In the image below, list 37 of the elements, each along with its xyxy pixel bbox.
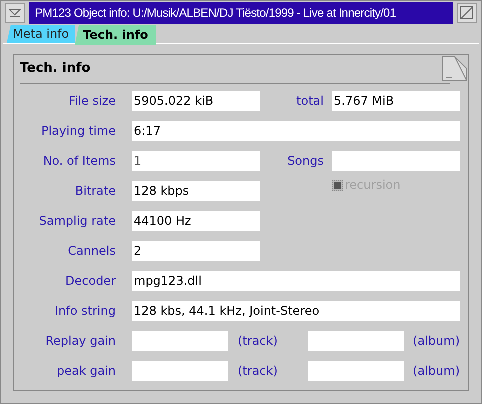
text-field[interactable] [132,331,228,351]
field-label: Replay gain [44,333,116,350]
text-field[interactable]: 128 kbs, 44.1 kHz, Joint-Stereo [132,301,460,321]
field-label: Bitrate [74,183,116,200]
text-field[interactable]: 5905.022 kiB [132,91,260,111]
tab[interactable]: Tech. info [75,25,156,45]
text-field[interactable] [332,151,460,171]
menu-icon [9,8,21,18]
unit-label: (album) [412,363,460,380]
text-field[interactable]: 6:17 [132,121,460,141]
field-label: total [296,93,324,110]
field-label: Cannels [67,243,116,260]
field-label: Samplig rate [38,213,116,230]
section-heading: Tech. info [20,60,92,78]
field-label: Playing time [40,123,116,140]
system-menu-button[interactable] [5,3,25,23]
text-field[interactable]: mpg123.dll [132,271,460,291]
text-field[interactable]: 128 kbps [132,181,260,201]
text-field[interactable]: 44100 Hz [132,211,260,231]
field-label: File size [68,93,116,110]
tab[interactable]: Meta info [7,25,76,43]
maximize-button[interactable] [457,3,477,23]
text-field[interactable]: 2 [132,241,260,261]
unit-label: (album) [412,333,460,350]
text-field[interactable] [308,331,404,351]
unit-label: (track) [237,363,279,380]
field-label: peak gain [56,363,116,380]
field-label: Info string [54,303,116,320]
text-field[interactable]: 5.767 MiB [332,91,460,111]
text-field[interactable] [308,361,404,381]
field-label: No. of Items [42,153,116,170]
unit-label: (track) [237,333,279,350]
window-title: PM123 Object info: U:/Musik/ALBEN/DJ Tiësto/1999 - Live at Innercity/01 [29,2,453,24]
maximize-icon [460,6,474,20]
text-field[interactable] [132,361,228,381]
field-label: Songs [286,153,324,170]
field-label: Decoder [64,273,116,290]
